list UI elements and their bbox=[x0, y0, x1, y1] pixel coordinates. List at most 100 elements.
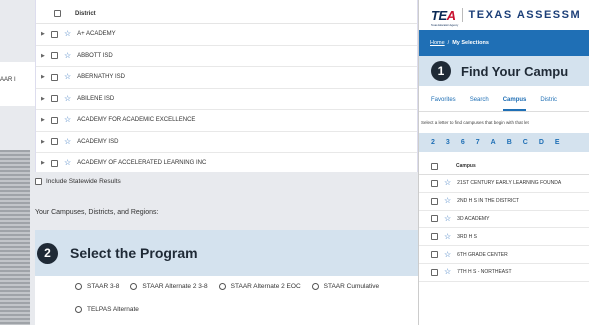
district-name: ABERNATHY ISD bbox=[77, 74, 125, 81]
letter-filter-b[interactable]: B bbox=[507, 139, 512, 146]
campus-checkbox[interactable] bbox=[431, 233, 438, 241]
program-radio[interactable] bbox=[130, 283, 138, 290]
program-option[interactable]: STAAR Cumulative bbox=[311, 283, 379, 290]
letter-filter-a[interactable]: A bbox=[491, 139, 496, 146]
tea-tagline: Texas Education Agency bbox=[431, 24, 459, 27]
favorite-star-icon[interactable]: ☆ bbox=[444, 214, 451, 223]
tab-campus[interactable]: Campus bbox=[502, 97, 527, 111]
district-row[interactable]: ▶ ☆ ABERNATHY ISD bbox=[36, 67, 417, 89]
campus-row[interactable]: ☆ 3D ACADEMY bbox=[419, 211, 589, 229]
letter-filter-7[interactable]: 7 bbox=[476, 139, 480, 146]
letter-filter-c[interactable]: C bbox=[523, 139, 528, 146]
campus-row[interactable]: ☆ 21ST CENTURY EARLY LEARNING FOUNDA bbox=[419, 175, 589, 193]
tab-search[interactable]: Search bbox=[470, 97, 489, 111]
expand-caret-icon[interactable]: ▶ bbox=[41, 117, 51, 123]
select-all-campuses-checkbox[interactable] bbox=[431, 162, 438, 170]
district-checkbox[interactable] bbox=[51, 30, 58, 38]
campus-checkbox[interactable] bbox=[431, 197, 438, 205]
district-name: ACADEMY OF ACCELERATED LEARNING INC bbox=[77, 160, 207, 167]
expand-caret-icon[interactable]: ▶ bbox=[41, 139, 51, 145]
program-option-label: STAAR Alternate 2 EOC bbox=[230, 283, 301, 290]
district-row[interactable]: ▶ ☆ ABBOTT ISD bbox=[36, 46, 417, 67]
program-option[interactable]: TELPAS Alternate bbox=[75, 306, 139, 313]
letter-filter-2[interactable]: 2 bbox=[431, 139, 435, 146]
your-selections-heading: Your Campuses, Districts, and Regions: bbox=[35, 209, 159, 216]
campus-row[interactable]: ☆ 3RD H S bbox=[419, 228, 589, 247]
background-window: AAR I District ▶ ☆ A+ ACADEMY ▶ ☆ ABBOTT ISD ▶… bbox=[0, 0, 430, 325]
program-option-label: STAAR Alternate 2 3-8 bbox=[142, 283, 208, 290]
favorite-star-icon[interactable]: ☆ bbox=[64, 51, 71, 60]
expand-caret-icon[interactable]: ▶ bbox=[41, 74, 51, 80]
program-option[interactable]: STAAR Alternate 2 EOC bbox=[218, 283, 301, 290]
program-option[interactable]: STAAR Alternate 2 3-8 bbox=[130, 283, 208, 290]
select-all-checkbox[interactable] bbox=[54, 10, 61, 17]
program-radio[interactable] bbox=[218, 283, 226, 290]
expand-caret-icon[interactable]: ▶ bbox=[41, 160, 51, 166]
favorite-star-icon[interactable]: ☆ bbox=[64, 73, 71, 81]
program-step-title: Select the Program bbox=[70, 245, 198, 261]
foreground-window: TEA TEXAS ASSESSM Texas Education Agency… bbox=[418, 0, 589, 325]
district-rows: ▶ ☆ A+ ACADEMY ▶ ☆ ABBOTT ISD ▶ ☆ ABERNATHY ISD ▶… bbox=[36, 24, 417, 170]
expand-caret-icon[interactable]: ▶ bbox=[41, 53, 51, 59]
district-name: ABILENE ISD bbox=[77, 95, 115, 102]
campus-checkbox[interactable] bbox=[431, 179, 438, 187]
statewide-option[interactable]: Include Statewide Results bbox=[35, 178, 121, 185]
favorite-star-icon[interactable]: ☆ bbox=[64, 116, 71, 124]
breadcrumb-home-link[interactable]: Home bbox=[430, 40, 445, 46]
district-column-header: District bbox=[75, 10, 96, 17]
district-checkbox[interactable] bbox=[51, 73, 58, 81]
background-text: AAR I bbox=[0, 77, 16, 83]
district-list[interactable]: District ▶ ☆ A+ ACADEMY ▶ ☆ ABBOTT ISD ▶ ☆ ABERN… bbox=[36, 4, 417, 170]
campus-row[interactable]: ☆ 2ND H S IN THE DISTRICT bbox=[419, 193, 589, 211]
campus-checkbox[interactable] bbox=[431, 268, 438, 276]
favorite-star-icon[interactable]: ☆ bbox=[444, 250, 451, 259]
expand-caret-icon[interactable]: ▶ bbox=[41, 96, 51, 102]
campus-name: 2ND H S IN THE DISTRICT bbox=[457, 198, 520, 205]
district-checkbox[interactable] bbox=[51, 52, 58, 60]
district-row[interactable]: ▶ ☆ A+ ACADEMY bbox=[36, 24, 417, 46]
district-table-header: District bbox=[36, 4, 417, 24]
program-option-label: STAAR 3-8 bbox=[87, 283, 120, 290]
district-row[interactable]: ▶ ☆ ACADEMY ISD bbox=[36, 132, 417, 153]
program-radio[interactable] bbox=[75, 306, 82, 313]
district-checkbox[interactable] bbox=[51, 138, 58, 146]
find-step-title: Find Your Campu bbox=[461, 63, 569, 79]
district-checkbox[interactable] bbox=[51, 95, 58, 103]
expand-caret-icon[interactable]: ▶ bbox=[41, 31, 51, 37]
letter-filter-6[interactable]: 6 bbox=[461, 139, 465, 146]
program-option[interactable]: STAAR 3-8 bbox=[75, 283, 119, 290]
letter-filter-3[interactable]: 3 bbox=[446, 139, 450, 146]
favorite-star-icon[interactable]: ☆ bbox=[444, 179, 451, 187]
statewide-label: Include Statewide Results bbox=[46, 178, 121, 185]
district-checkbox[interactable] bbox=[51, 159, 58, 167]
background-strip bbox=[0, 62, 40, 106]
campus-name: 6TH GRADE CENTER bbox=[457, 251, 508, 258]
program-option-label: TELPAS Alternate bbox=[87, 306, 139, 313]
campus-checkbox[interactable] bbox=[431, 215, 438, 223]
district-row[interactable]: ▶ ☆ ACADEMY OF ACCELERATED LEARNING INC bbox=[36, 153, 417, 170]
favorite-star-icon[interactable]: ☆ bbox=[64, 30, 71, 38]
campus-row[interactable]: ☆ 7TH H S - NORTHEAST bbox=[419, 264, 589, 282]
program-radio[interactable] bbox=[75, 283, 82, 290]
favorite-star-icon[interactable]: ☆ bbox=[64, 94, 71, 103]
favorite-star-icon[interactable]: ☆ bbox=[444, 232, 451, 241]
favorite-star-icon[interactable]: ☆ bbox=[444, 197, 451, 205]
campus-row[interactable]: ☆ 6TH GRADE CENTER bbox=[419, 246, 589, 264]
favorite-star-icon[interactable]: ☆ bbox=[444, 268, 451, 276]
statewide-checkbox[interactable] bbox=[35, 178, 42, 185]
program-radio[interactable] bbox=[311, 283, 319, 290]
favorite-star-icon[interactable]: ☆ bbox=[64, 159, 71, 167]
letter-filter-e[interactable]: E bbox=[555, 139, 560, 146]
tab-favorites[interactable]: Favorites bbox=[431, 97, 456, 111]
favorite-star-icon[interactable]: ☆ bbox=[64, 137, 71, 146]
letter-filter-d[interactable]: D bbox=[539, 139, 544, 146]
search-tabs: Favorites Search Campus Distric bbox=[419, 86, 589, 112]
campus-name: 3RD H S bbox=[457, 233, 477, 240]
district-row[interactable]: ▶ ☆ ACADEMY FOR ACADEMIC EXCELLENCE bbox=[36, 110, 417, 132]
site-header: TEA TEXAS ASSESSM Texas Education Agency bbox=[419, 0, 589, 30]
campus-checkbox[interactable] bbox=[431, 251, 438, 259]
district-row[interactable]: ▶ ☆ ABILENE ISD bbox=[36, 89, 417, 110]
tea-logo[interactable]: TEA bbox=[431, 8, 456, 23]
district-checkbox[interactable] bbox=[51, 116, 58, 124]
tab-distric[interactable]: Distric bbox=[540, 97, 557, 111]
